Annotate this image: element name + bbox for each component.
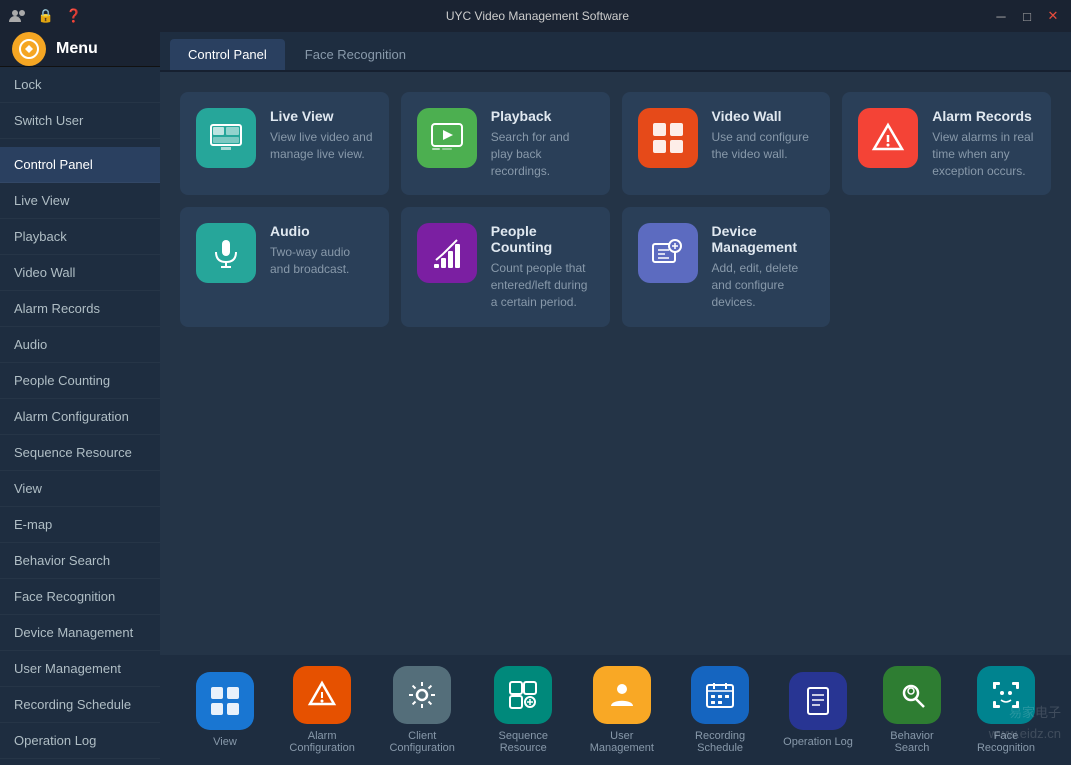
sidebar-item-e-map[interactable]: E-map [0, 507, 160, 543]
user-management-bottom-icon [593, 666, 651, 724]
sidebar-item-control-panel[interactable]: Control Panel [0, 147, 160, 183]
watermark: 易家电子 www.eidz.cn [989, 703, 1061, 745]
sidebar-item-live-view[interactable]: Live View [0, 183, 160, 219]
minimize-icon[interactable]: ─ [991, 6, 1011, 26]
behavior-search-bottom-icon [883, 666, 941, 724]
people-counting-card-icon [417, 223, 477, 283]
tab-face-recognition[interactable]: Face Recognition [287, 39, 424, 70]
sidebar-item-playback[interactable]: Playback [0, 219, 160, 255]
close-icon[interactable]: ✕ [1043, 6, 1063, 26]
card-live-view[interactable]: Live View View live video and manage liv… [180, 92, 389, 195]
bottom-user-management[interactable]: User Management [576, 660, 667, 760]
audio-card-text: Audio Two-way audio and broadcast. [270, 223, 373, 278]
bottom-sequence-resource[interactable]: Sequence Resource [474, 660, 572, 760]
sidebar: Menu Lock Switch User Control Panel Live… [0, 32, 160, 765]
card-device-management[interactable]: Device Management Add, edit, delete and … [622, 207, 831, 326]
sidebar-item-sequence-resource[interactable]: Sequence Resource [0, 435, 160, 471]
sidebar-item-alarm-records[interactable]: Alarm Records [0, 291, 160, 327]
app-title: UYC Video Management Software [84, 9, 991, 23]
sidebar-item-device-management[interactable]: Device Management [0, 615, 160, 651]
sidebar-menu-title: Menu [56, 40, 98, 58]
card-playback[interactable]: Playback Search for and play back record… [401, 92, 610, 195]
maximize-icon[interactable]: □ [1017, 6, 1037, 26]
people-counting-card-text: People Counting Count people that entere… [491, 223, 594, 310]
sequence-bottom-icon [494, 666, 552, 724]
bottom-behavior-search[interactable]: Behavior Search [867, 660, 957, 760]
content-area: Live View View live video and manage liv… [160, 72, 1071, 655]
operation-log-bottom-icon [789, 672, 847, 730]
titlebar-left: 🔒 ❓ [8, 6, 84, 26]
sidebar-item-user-management[interactable]: User Management [0, 651, 160, 687]
device-management-card-text: Device Management Add, edit, delete and … [712, 223, 815, 310]
sidebar-item-audio[interactable]: Audio [0, 327, 160, 363]
alarm-records-card-icon [858, 108, 918, 168]
tab-bar: Control Panel Face Recognition [160, 32, 1071, 72]
cards-grid: Live View View live video and manage liv… [180, 92, 1051, 327]
live-view-card-icon [196, 108, 256, 168]
alarm-config-bottom-icon [293, 666, 351, 724]
help-icon[interactable]: ❓ [64, 6, 84, 26]
sidebar-item-alarm-config[interactable]: Alarm Configuration [0, 399, 160, 435]
app-logo [12, 32, 46, 66]
bottom-recording-schedule[interactable]: Recording Schedule [671, 660, 769, 760]
alarm-records-card-text: Alarm Records View alarms in real time w… [932, 108, 1035, 179]
live-view-card-text: Live View View live video and manage liv… [270, 108, 373, 163]
sidebar-header: Menu [0, 32, 160, 67]
playback-card-icon [417, 108, 477, 168]
sidebar-item-lock[interactable]: Lock [0, 67, 160, 103]
recording-schedule-bottom-icon [691, 666, 749, 724]
audio-card-icon [196, 223, 256, 283]
app-container: Menu Lock Switch User Control Panel Live… [0, 32, 1071, 765]
window-controls: ─ □ ✕ [991, 6, 1063, 26]
bottom-icon-bar: View Alarm Configuration [160, 655, 1071, 765]
sidebar-item-operation-log[interactable]: Operation Log [0, 723, 160, 759]
playback-card-text: Playback Search for and play back record… [491, 108, 594, 179]
users-icon[interactable] [8, 6, 28, 26]
sidebar-item-face-recognition[interactable]: Face Recognition [0, 579, 160, 615]
sidebar-item-people-counting[interactable]: People Counting [0, 363, 160, 399]
bottom-operation-log[interactable]: Operation Log [773, 666, 863, 754]
tab-control-panel[interactable]: Control Panel [170, 39, 285, 70]
card-video-wall[interactable]: Video Wall Use and configure the video w… [622, 92, 831, 195]
sidebar-item-switch-user[interactable]: Switch User [0, 103, 160, 139]
card-audio[interactable]: Audio Two-way audio and broadcast. [180, 207, 389, 326]
lock-icon[interactable]: 🔒 [36, 6, 56, 26]
video-wall-card-text: Video Wall Use and configure the video w… [712, 108, 815, 163]
sidebar-item-behavior-search[interactable]: Behavior Search [0, 543, 160, 579]
view-bottom-icon [196, 672, 254, 730]
client-config-bottom-icon [393, 666, 451, 724]
bottom-alarm-config[interactable]: Alarm Configuration [274, 660, 370, 760]
video-wall-card-icon [638, 108, 698, 168]
sidebar-item-client-config[interactable]: Client Configuration [0, 759, 160, 765]
bottom-view[interactable]: View [180, 666, 270, 754]
titlebar: 🔒 ❓ UYC Video Management Software ─ □ ✕ [0, 0, 1071, 32]
card-people-counting[interactable]: People Counting Count people that entere… [401, 207, 610, 326]
card-alarm-records[interactable]: Alarm Records View alarms in real time w… [842, 92, 1051, 195]
main-content: Control Panel Face Recognition [160, 32, 1071, 765]
device-management-card-icon [638, 223, 698, 283]
sidebar-item-recording-schedule[interactable]: Recording Schedule [0, 687, 160, 723]
sidebar-item-view[interactable]: View [0, 471, 160, 507]
bottom-client-config[interactable]: Client Configuration [374, 660, 470, 760]
sidebar-item-video-wall[interactable]: Video Wall [0, 255, 160, 291]
